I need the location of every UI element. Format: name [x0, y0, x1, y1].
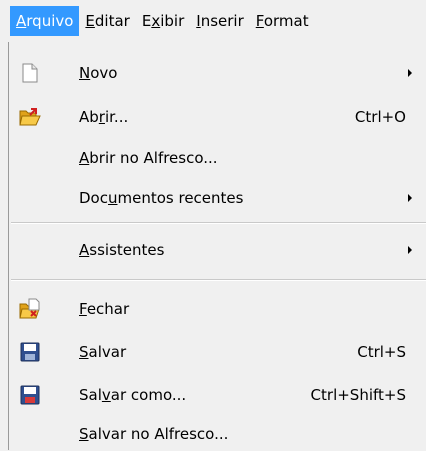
menu-item-abrir[interactable]: Abrir... Ctrl+O: [9, 100, 426, 134]
menu-item-label: Salvar: [79, 343, 127, 361]
menu-item-salvar-como[interactable]: Salvar como... Ctrl+Shift+S: [9, 378, 426, 412]
menu-item-label: Assistentes: [79, 241, 165, 259]
menu-item-label: Salvar no Alfresco...: [79, 425, 229, 443]
menu-item-label: Fechar: [79, 300, 130, 318]
new-document-icon: [19, 62, 41, 84]
menu-label-part: ibir: [160, 12, 185, 30]
menu-label-part: E: [141, 12, 152, 30]
menu-item-salvar-no-alfresco[interactable]: Salvar no Alfresco...: [9, 417, 426, 451]
menu-mnemonic: x: [151, 12, 161, 30]
menu-item-assistentes[interactable]: Assistentes: [9, 233, 426, 267]
menu-item-documentos-recentes[interactable]: Documentos recentes: [9, 181, 426, 215]
menu-arquivo[interactable]: Arquivo: [10, 6, 80, 36]
submenu-arrow-icon: [408, 69, 412, 77]
menu-item-label: Documentos recentes: [79, 189, 244, 207]
menu-item-novo[interactable]: Novo: [9, 56, 426, 90]
open-folder-icon: [19, 106, 41, 128]
close-document-icon: [19, 298, 41, 320]
menu-bar: Arquivo Editar Exibir Inserir Format: [0, 0, 426, 42]
save-icon: [19, 341, 41, 363]
menu-item-fechar[interactable]: Fechar: [9, 292, 426, 326]
menu-label-part: ormat: [263, 12, 309, 30]
menu-separator: [11, 222, 426, 224]
menu-item-shortcut: Ctrl+O: [354, 108, 406, 126]
menu-mnemonic: E: [85, 12, 95, 30]
submenu-arrow-icon: [408, 194, 412, 202]
submenu-arrow-icon: [408, 246, 412, 254]
menu-label-part: nserir: [200, 12, 244, 30]
menu-label-part: rquivo: [26, 12, 74, 30]
menu-item-salvar[interactable]: Salvar Ctrl+S: [9, 335, 426, 369]
menu-formatar[interactable]: Format: [250, 6, 315, 36]
menu-item-label: Abrir no Alfresco...: [79, 149, 218, 167]
save-as-icon: [19, 384, 41, 406]
menu-inserir[interactable]: Inserir: [190, 6, 250, 36]
menu-separator: [11, 279, 426, 281]
menu-mnemonic: A: [16, 12, 27, 30]
menu-item-shortcut: Ctrl+Shift+S: [310, 386, 406, 404]
menu-item-label: Salvar como...: [79, 386, 187, 404]
menu-item-label: Novo: [79, 64, 118, 82]
menu-exibir[interactable]: Exibir: [136, 6, 190, 36]
arquivo-dropdown-menu: Novo Abrir... Ctrl+O Abrir no Alfresco..…: [8, 42, 426, 450]
menu-item-label: Abrir...: [79, 108, 129, 126]
menu-item-abrir-no-alfresco[interactable]: Abrir no Alfresco...: [9, 141, 426, 175]
menu-mnemonic: F: [255, 12, 264, 30]
menu-editar[interactable]: Editar: [79, 6, 135, 36]
menu-label-part: ditar: [94, 12, 130, 30]
menu-item-shortcut: Ctrl+S: [357, 343, 406, 361]
